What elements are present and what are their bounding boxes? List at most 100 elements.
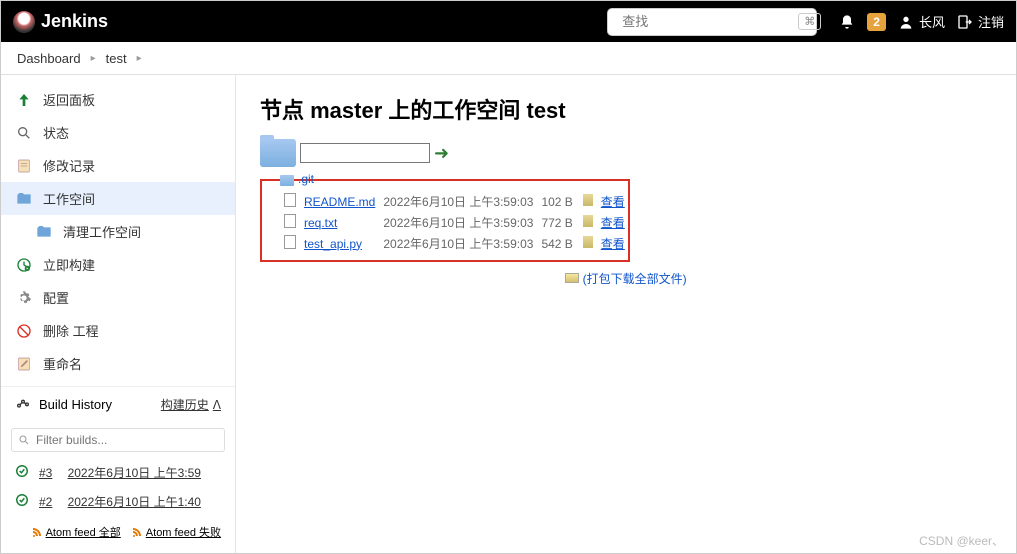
sidebar-item-label: 清理工作空间	[63, 222, 141, 241]
main-content: 节点 master 上的工作空间 test ➜ .git README.md 2…	[236, 75, 1016, 553]
sidebar-item-status[interactable]: 状态	[1, 116, 235, 149]
success-icon	[15, 493, 29, 510]
rss-icon	[131, 526, 143, 538]
sidebar-item-wipe-workspace[interactable]: 清理工作空间	[1, 215, 235, 248]
table-row: README.md 2022年6月10日 上午3:59:03 102 B 查看	[280, 191, 629, 212]
arrow-up-icon	[15, 91, 33, 109]
filter-builds-box[interactable]	[11, 428, 225, 452]
file-date: 2022年6月10日 上午3:59:03	[379, 233, 537, 254]
edit-icon	[15, 355, 33, 373]
search-icon	[15, 124, 33, 142]
gear-icon	[15, 289, 33, 307]
user-link[interactable]: 长风	[898, 12, 945, 31]
file-date: 2022年6月10日 上午3:59:03	[379, 212, 537, 233]
notification-badge[interactable]: 2	[867, 13, 886, 31]
sidebar-item-delete[interactable]: 删除 工程	[1, 314, 235, 347]
go-arrow-icon[interactable]: ➜	[434, 143, 449, 164]
folder-icon	[35, 223, 53, 241]
sidebar-item-label: 状态	[43, 123, 69, 142]
sidebar-item-changes[interactable]: 修改记录	[1, 149, 235, 182]
sidebar: 返回面板 状态 修改记录 工作空间 清理工作空间 立即构建 配置 删除 工程	[1, 75, 236, 553]
path-input[interactable]	[300, 143, 430, 163]
breadcrumb-item-dashboard[interactable]: Dashboard	[17, 51, 81, 66]
sidebar-item-rename[interactable]: 重命名	[1, 347, 235, 380]
chevron-right-icon: ▸	[91, 53, 96, 64]
table-row: test_api.py 2022年6月10日 上午3:59:03 542 B 查…	[280, 233, 629, 254]
atom-feed-fail[interactable]: Atom feed 失败	[131, 524, 221, 540]
jenkins-mascot-icon	[13, 11, 35, 33]
build-history-title: Build History	[39, 397, 112, 412]
logout-link[interactable]: 注销	[957, 12, 1004, 31]
sidebar-item-label: 立即构建	[43, 255, 95, 274]
file-name-link[interactable]: req.txt	[304, 216, 337, 230]
build-date[interactable]: 2022年6月10日 上午3:59	[68, 464, 201, 481]
sidebar-item-build-now[interactable]: 立即构建	[1, 248, 235, 281]
sidebar-item-workspace[interactable]: 工作空间	[1, 182, 235, 215]
folder-icon	[260, 139, 296, 167]
build-number[interactable]: #2	[39, 495, 52, 509]
breadcrumb: Dashboard ▸ test ▸	[1, 42, 1016, 75]
atom-feed-all[interactable]: Atom feed 全部	[31, 524, 121, 540]
build-history-toggle[interactable]: 构建历史 ᐱ	[161, 396, 221, 413]
zip-icon	[583, 215, 593, 227]
clock-play-icon	[15, 256, 33, 274]
sidebar-item-label: 修改记录	[43, 156, 95, 175]
page-title: 节点 master 上的工作空间 test	[260, 93, 992, 125]
filter-builds-input[interactable]	[36, 433, 218, 447]
file-table: README.md 2022年6月10日 上午3:59:03 102 B 查看 …	[280, 191, 629, 254]
success-icon	[15, 464, 29, 481]
sidebar-item-label: 工作空间	[43, 189, 95, 208]
notebook-icon	[15, 157, 33, 175]
git-folder-link[interactable]: .git	[280, 172, 314, 186]
topbar-actions: 2 长风 注销	[839, 12, 1004, 31]
search-kbd-hint: ⌘	[798, 13, 821, 30]
folder-icon	[280, 175, 294, 186]
brand-logo[interactable]: Jenkins	[13, 11, 108, 33]
build-number[interactable]: #3	[39, 466, 52, 480]
file-size: 542 B	[537, 233, 576, 254]
watermark: CSDN @keer、	[919, 532, 1004, 549]
zip-icon	[583, 236, 593, 248]
sidebar-item-configure[interactable]: 配置	[1, 281, 235, 314]
sidebar-item-label: 配置	[43, 288, 69, 307]
user-name: 长风	[919, 12, 945, 31]
search-input[interactable]	[622, 14, 798, 29]
search-box[interactable]: ⌘	[607, 8, 817, 36]
file-icon	[284, 235, 296, 249]
sidebar-item-label: 删除 工程	[43, 321, 99, 340]
logout-label: 注销	[978, 12, 1004, 31]
file-icon	[284, 193, 296, 207]
file-view-link[interactable]: 查看	[601, 195, 625, 209]
file-name-link[interactable]: test_api.py	[304, 237, 362, 251]
chevron-up-icon: ᐱ	[213, 398, 221, 412]
topbar: Jenkins ⌘ 2 长风 注销	[1, 1, 1016, 42]
sidebar-item-label: 返回面板	[43, 90, 95, 109]
path-bar: ➜	[260, 139, 992, 167]
file-name-link[interactable]: README.md	[304, 195, 375, 209]
rss-icon	[31, 526, 43, 538]
trend-icon	[15, 395, 31, 414]
delete-icon	[15, 322, 33, 340]
build-row[interactable]: #2 2022年6月10日 上午1:40	[1, 487, 235, 516]
chevron-right-icon: ▸	[137, 53, 142, 64]
file-view-link[interactable]: 查看	[601, 216, 625, 230]
download-all-link[interactable]: (打包下载全部文件)	[583, 272, 687, 286]
zip-icon	[583, 194, 593, 206]
file-date: 2022年6月10日 上午3:59:03	[379, 191, 537, 212]
build-row[interactable]: #3 2022年6月10日 上午3:59	[1, 458, 235, 487]
atom-feed-row: Atom feed 全部 Atom feed 失败	[1, 516, 235, 548]
table-row: req.txt 2022年6月10日 上午3:59:03 772 B 查看	[280, 212, 629, 233]
breadcrumb-item-test[interactable]: test	[106, 51, 127, 66]
file-view-link[interactable]: 查看	[601, 237, 625, 251]
search-icon	[18, 434, 30, 446]
file-size: 772 B	[537, 212, 576, 233]
sidebar-item-back[interactable]: 返回面板	[1, 83, 235, 116]
bell-icon[interactable]	[839, 14, 855, 30]
logout-icon	[957, 14, 973, 30]
content: 返回面板 状态 修改记录 工作空间 清理工作空间 立即构建 配置 删除 工程	[1, 75, 1016, 553]
build-date[interactable]: 2022年6月10日 上午1:40	[68, 493, 201, 510]
folder-icon	[15, 190, 33, 208]
file-size: 102 B	[537, 191, 576, 212]
sidebar-item-label: 重命名	[43, 354, 82, 373]
brand-name: Jenkins	[41, 11, 108, 32]
